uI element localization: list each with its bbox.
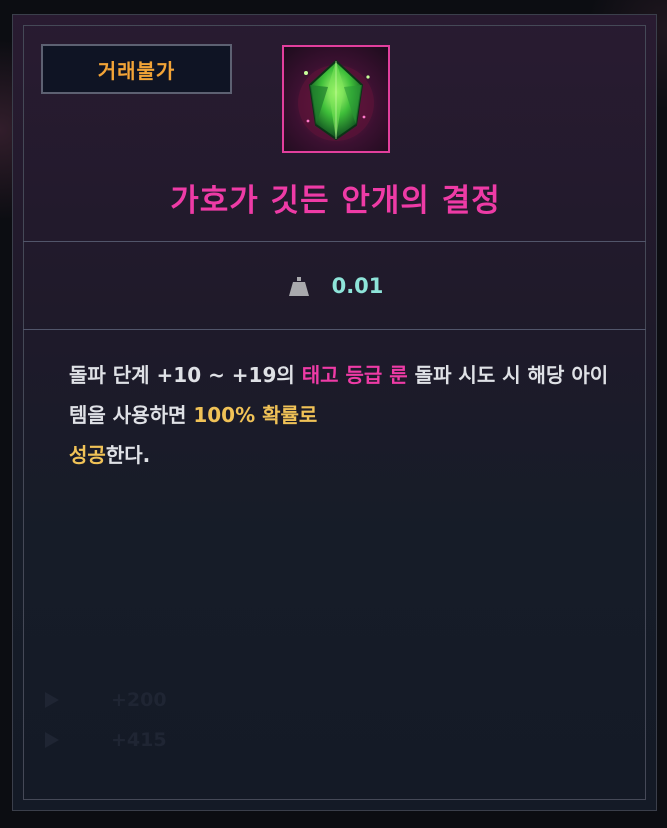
section-divider (23, 241, 646, 242)
description-chance-highlight: 100% 확률로 (193, 403, 318, 427)
background-row-value: +200 (111, 689, 167, 711)
item-description: 돌파 단계 +10 ~ +19의 태고 등급 룬 돌파 시도 시 해당 아이템을… (69, 355, 609, 475)
weight-value: 0.01 (331, 274, 384, 298)
item-name: 가호가 깃든 안개의 결정 (170, 183, 501, 219)
description-rarity-highlight: 태고 등급 룬 (301, 363, 408, 387)
item-tooltip-panel: +200 +415 거래불가 가호가 깃든 안개의 결정 0.01 돌파 단계 … (12, 14, 657, 811)
crystal-icon (298, 59, 374, 141)
background-row: +415 (45, 727, 245, 753)
item-icon-frame (282, 45, 390, 153)
trade-restriction-badge: 거래불가 (41, 44, 232, 94)
background-row-value: +415 (111, 729, 167, 751)
weight-row: 0.01 (13, 271, 658, 301)
description-success-highlight: 성공 (69, 443, 106, 467)
play-icon (45, 692, 59, 708)
description-text: 한다. (105, 443, 151, 467)
section-divider (23, 329, 646, 330)
play-icon (45, 732, 59, 748)
background-row: +200 (45, 687, 245, 713)
description-text: 돌파 단계 +10 ~ +19의 (69, 363, 302, 387)
weight-icon (288, 277, 309, 296)
